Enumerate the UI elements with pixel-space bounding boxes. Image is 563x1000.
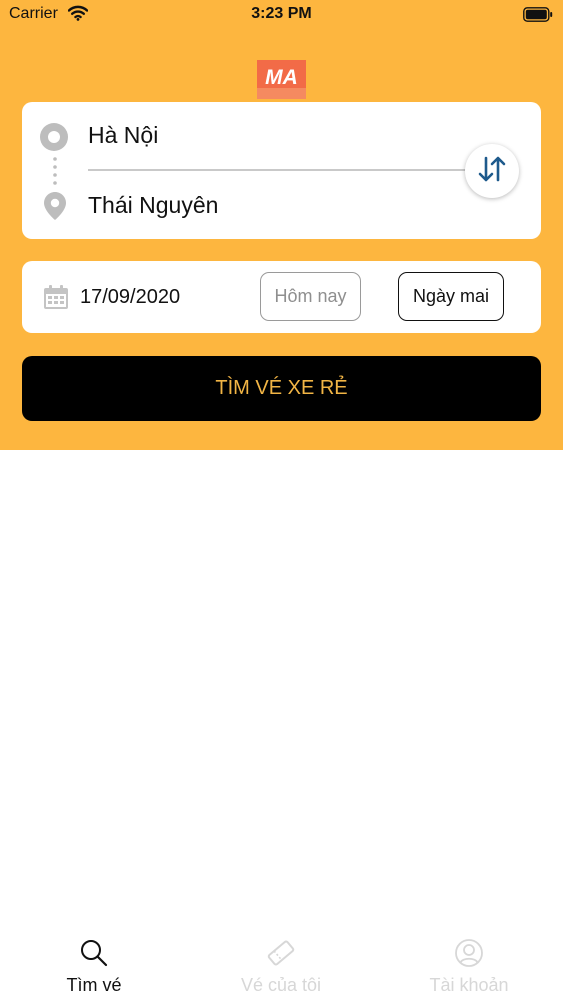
date-value[interactable]: 17/09/2020 <box>80 286 180 309</box>
ticket-icon <box>201 938 361 973</box>
tab-label: Tài khoản <box>429 975 509 995</box>
tab-my-tickets[interactable]: Vé của tôi <box>201 938 361 995</box>
calendar-icon <box>44 285 68 314</box>
user-icon <box>389 938 549 973</box>
tomorrow-button[interactable]: Ngày mai <box>398 272 504 321</box>
destination-city[interactable]: Thái Nguyên <box>88 192 218 219</box>
tab-label: Vé của tôi <box>240 975 322 995</box>
today-button[interactable]: Hôm nay <box>260 272 361 321</box>
search-icon <box>14 938 174 973</box>
status-bar: Carrier 3:23 PM <box>0 0 563 30</box>
route-dots <box>53 155 57 189</box>
location-pin-icon <box>44 192 66 225</box>
origin-city[interactable]: Hà Nội <box>88 122 158 149</box>
tab-account[interactable]: Tài khoản <box>389 938 549 995</box>
tab-label: Tìm vé <box>66 975 122 995</box>
brand-logo: MA <box>257 60 306 99</box>
clock: 3:23 PM <box>251 5 312 22</box>
search-tickets-button[interactable]: TÌM VÉ XE RẺ <box>22 356 541 421</box>
swap-button[interactable] <box>465 144 519 198</box>
tab-find-ticket[interactable]: Tìm vé <box>14 938 174 995</box>
battery-icon <box>523 7 553 27</box>
origin-circle-icon <box>40 123 68 156</box>
swap-arrows-icon <box>477 154 507 189</box>
route-divider <box>88 169 466 171</box>
logo-text: MA <box>265 66 298 89</box>
